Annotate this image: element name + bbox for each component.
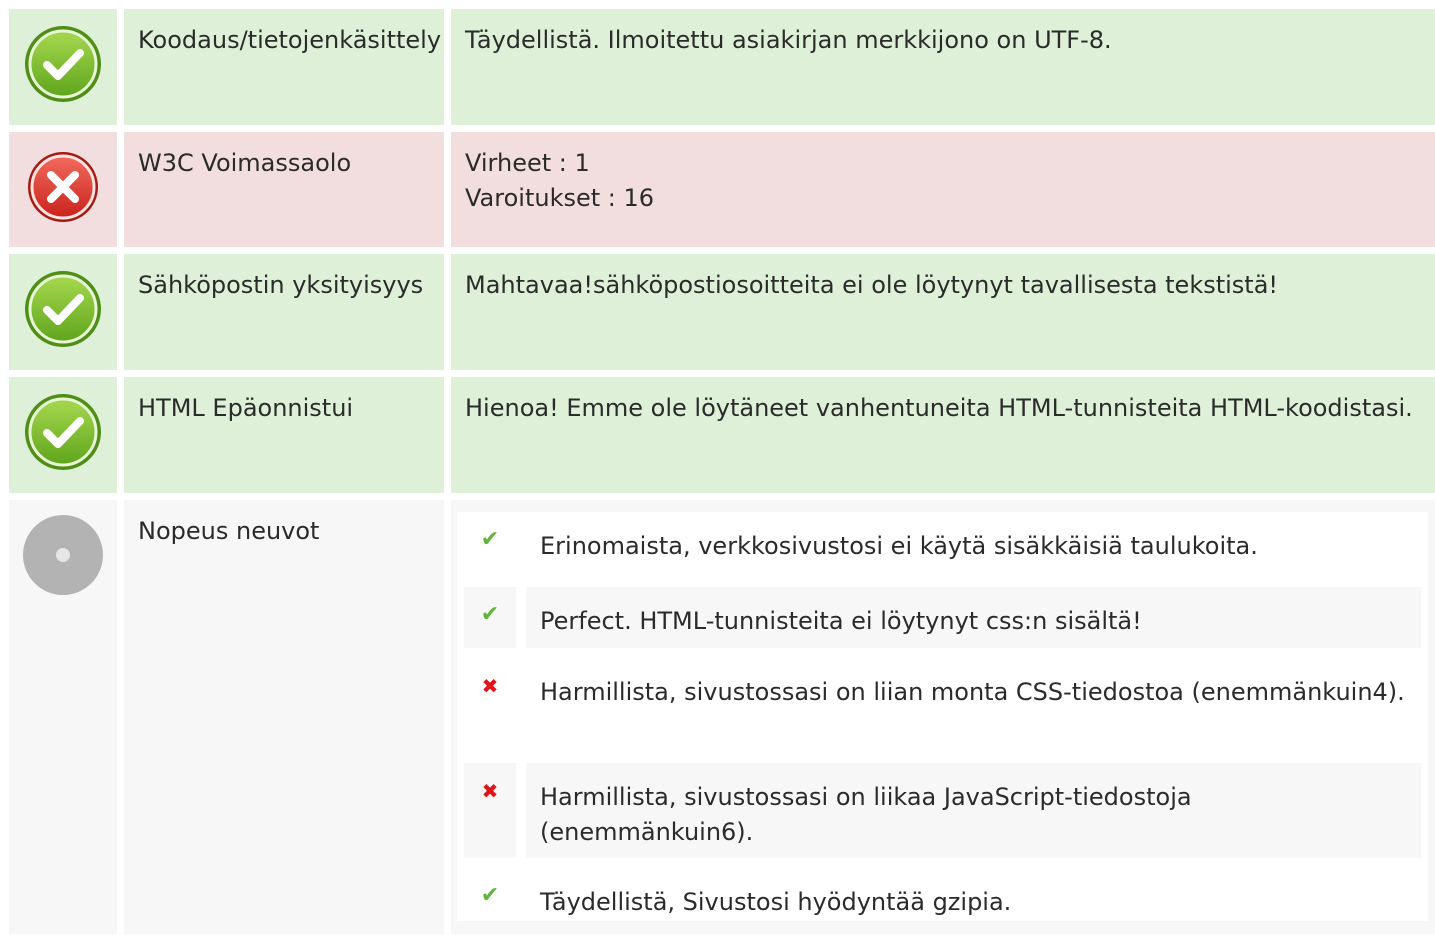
cross-icon: ✖ [464,763,516,858]
status-cell [9,254,117,370]
list-item: ✖ Harmillista, sivustossasi on liikaa Ja… [464,763,1421,858]
row-label: Koodaus/tietojenkäsittely [124,9,444,125]
status-cell [9,9,117,125]
row-label: Sähköpostin yksityisyys [124,254,444,370]
status-cell [9,132,117,247]
row-value: Mahtavaa!sähköpostiosoitteita ei ole löy… [451,254,1435,370]
check-icon: ✔ [480,883,500,908]
seo-report: Koodaus/tietojenkäsittely Täydellistä. I… [9,9,1435,941]
x-circle-icon [23,147,103,227]
check-icon: ✔ [464,587,516,648]
row-label: HTML Epäonnistui [124,377,444,493]
check-circle-icon [23,392,103,472]
tip-text: Täydellistä, Sivustosi hyödyntää gzipia. [540,888,1012,916]
row-label: W3C Voimassaolo [124,132,444,247]
errors-count: Virheet : 1 [465,149,590,177]
tip-text: Harmillista, sivustossasi on liian monta… [540,678,1405,706]
list-item: ✔ Erinomaista, verkkosivustosi ei käytä … [464,512,1421,577]
list-item: ✔ Perfect. HTML-tunnisteita ei löytynyt … [464,587,1421,648]
check-icon: ✔ [480,527,500,552]
list-item: ✔ Täydellistä, Sivustosi hyödyntää gzipi… [464,868,1421,933]
tip-text: Perfect. HTML-tunnisteita ei löytynyt cs… [526,587,1421,648]
report-row-email-privacy: Sähköpostin yksityisyys Mahtavaa!sähköpo… [9,254,1435,370]
row-value: ✔ Erinomaista, verkkosivustosi ei käytä … [451,500,1435,934]
cross-icon: ✖ [481,674,499,698]
row-value: Täydellistä. Ilmoitettu asiakirjan merkk… [451,9,1435,125]
list-item: ✖ Harmillista, sivustossasi on liian mon… [464,658,1421,753]
report-row-encoding: Koodaus/tietojenkäsittely Täydellistä. I… [9,9,1435,125]
status-cell [9,500,117,934]
report-row-deprecated-html: HTML Epäonnistui Hienoa! Emme ole löytän… [9,377,1435,493]
status-cell [9,377,117,493]
tip-text: Harmillista, sivustossasi on liikaa Java… [526,763,1421,858]
check-circle-icon [23,269,103,349]
report-row-w3c: W3C Voimassaolo Virheet : 1 Varoitukset … [9,132,1435,247]
row-value: Hienoa! Emme ole löytäneet vanhentuneita… [451,377,1435,493]
tip-text: Erinomaista, verkkosivustosi ei käytä si… [540,532,1258,560]
gray-disc-icon [23,515,103,595]
report-row-speed-tips: Nopeus neuvot ✔ Erinomaista, verkkosivus… [9,500,1435,934]
warnings-count: Varoitukset : 16 [465,184,655,212]
check-circle-icon [23,24,103,104]
speed-tips-list: ✔ Erinomaista, verkkosivustosi ei käytä … [457,512,1428,921]
row-value: Virheet : 1 Varoitukset : 16 [451,132,1435,247]
row-label: Nopeus neuvot [124,500,444,934]
